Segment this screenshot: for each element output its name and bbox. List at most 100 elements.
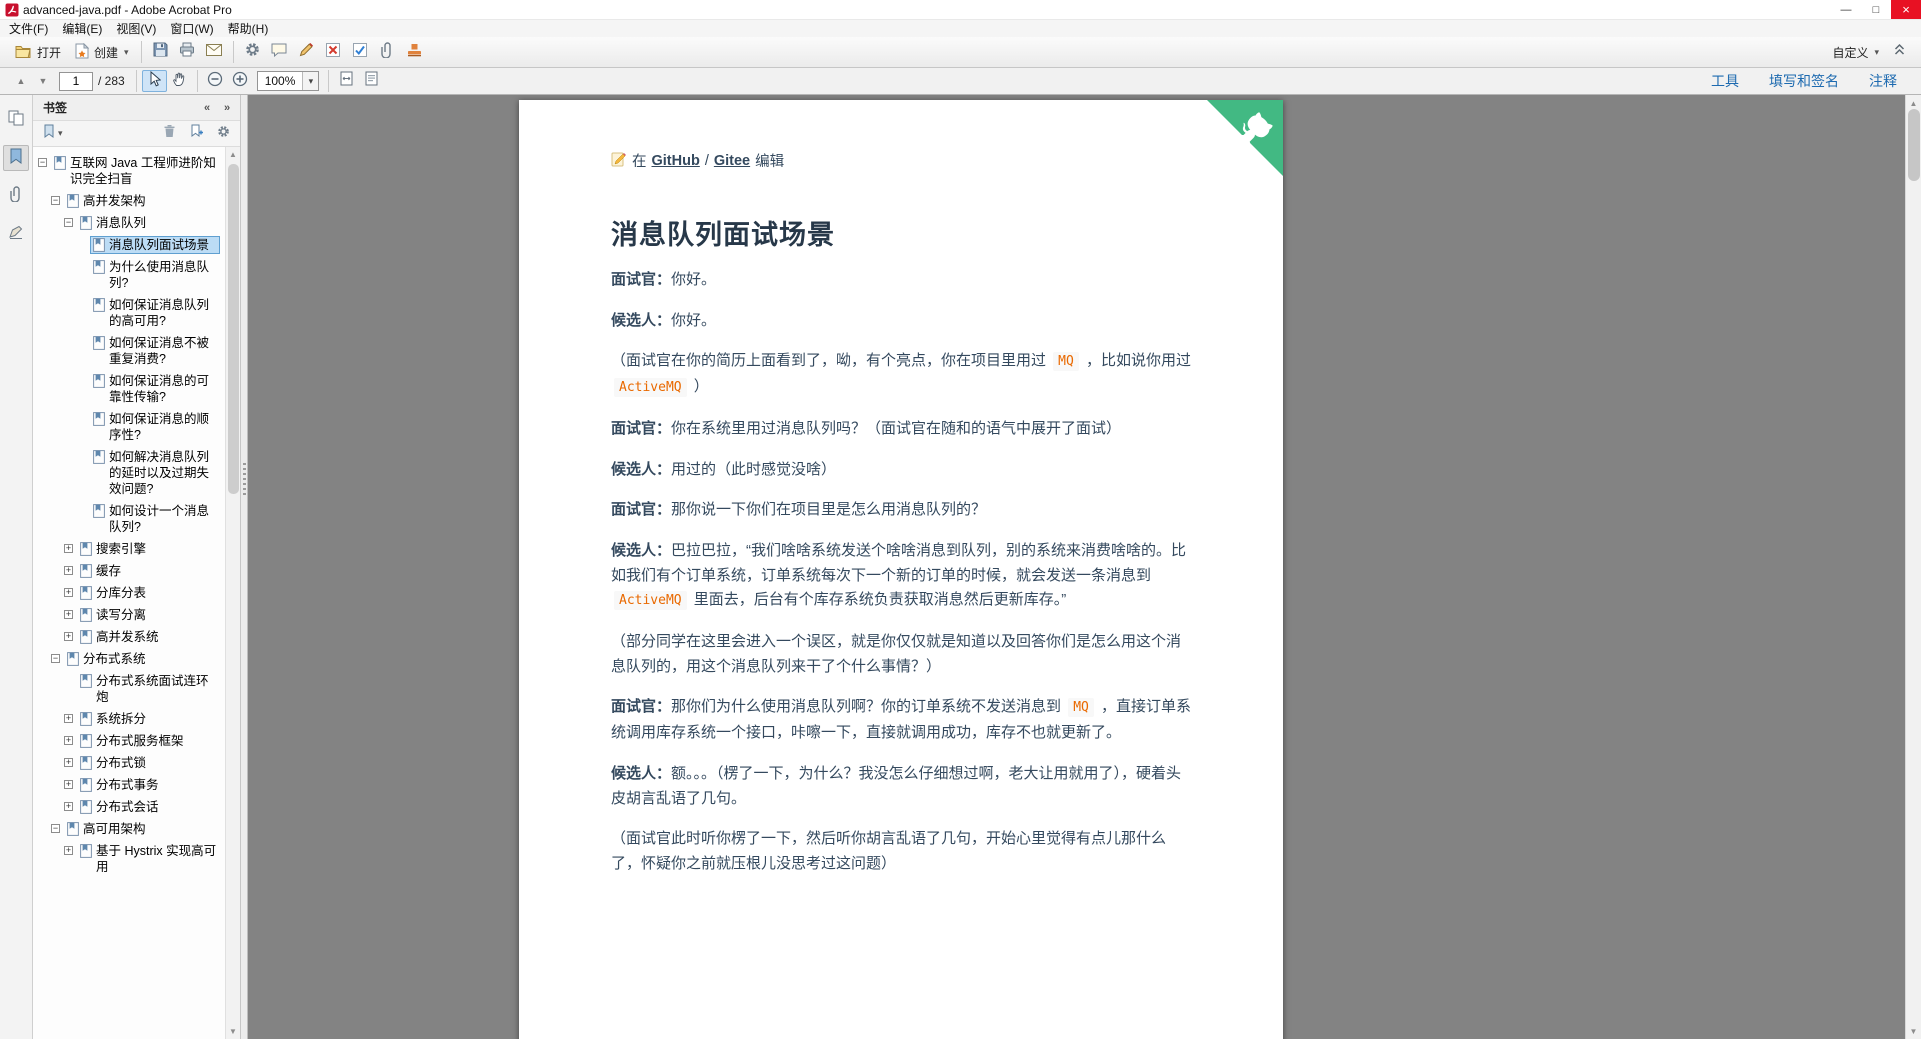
expand-plus-icon[interactable]: + bbox=[64, 714, 73, 723]
expand-plus-icon[interactable]: + bbox=[64, 736, 73, 745]
open-button[interactable]: 打开 bbox=[8, 41, 68, 64]
expand-plus-icon[interactable]: + bbox=[64, 588, 73, 597]
bookmark-link[interactable]: 消息队列 bbox=[77, 214, 220, 232]
bookmarks-scrollbar[interactable]: ▲ ▼ bbox=[225, 147, 240, 1039]
bookmark-link[interactable]: 分布式会话 bbox=[77, 798, 220, 816]
bookmark-link[interactable]: 如何设计一个消息队列? bbox=[90, 502, 220, 536]
expand-plus-icon[interactable]: + bbox=[64, 544, 73, 553]
panel-splitter[interactable] bbox=[241, 95, 248, 1039]
attachments-panel-button[interactable] bbox=[3, 183, 29, 209]
collapse-minus-icon[interactable]: − bbox=[51, 654, 60, 663]
zoom-out-button[interactable] bbox=[203, 70, 228, 92]
bookmark-link[interactable]: 如何保证消息的可靠性传输? bbox=[90, 372, 220, 406]
menu-help[interactable]: 帮助(H) bbox=[221, 20, 276, 37]
signatures-panel-button[interactable] bbox=[3, 221, 29, 247]
bookmark-link[interactable]: 分布式系统 bbox=[64, 650, 220, 668]
collapse-minus-icon[interactable]: − bbox=[64, 218, 73, 227]
approve-check-button[interactable] bbox=[347, 40, 374, 64]
create-button[interactable]: 创建 ▾ bbox=[68, 40, 136, 65]
collapse-minus-icon[interactable]: − bbox=[51, 196, 60, 205]
scroll-up-icon[interactable]: ▲ bbox=[226, 147, 240, 162]
page-number-input[interactable] bbox=[59, 71, 93, 91]
markup-cross-button[interactable] bbox=[320, 40, 347, 64]
expand-panel-button[interactable]: » bbox=[218, 99, 236, 117]
expand-plus-icon[interactable]: + bbox=[64, 566, 73, 575]
bookmark-link[interactable]: 高可用架构 bbox=[64, 820, 220, 838]
stamp-button[interactable] bbox=[401, 40, 428, 64]
expand-plus-icon[interactable]: + bbox=[64, 780, 73, 789]
menu-window[interactable]: 窗口(W) bbox=[163, 20, 220, 37]
expand-plus-icon[interactable]: + bbox=[64, 610, 73, 619]
bookmark-link[interactable]: 缓存 bbox=[77, 562, 220, 580]
settings-button[interactable] bbox=[239, 40, 266, 64]
bookmark-link[interactable]: 如何保证消息的顺序性? bbox=[90, 410, 220, 444]
expand-plus-icon[interactable]: + bbox=[64, 802, 73, 811]
select-tool-button[interactable] bbox=[141, 70, 167, 92]
comment-pane-button[interactable]: 注释 bbox=[1869, 71, 1897, 91]
new-bookmark-button[interactable] bbox=[187, 122, 206, 145]
expand-plus-icon[interactable]: + bbox=[64, 758, 73, 767]
print-button[interactable] bbox=[174, 40, 201, 64]
github-link[interactable]: GitHub bbox=[652, 153, 700, 169]
menu-edit[interactable]: 编辑(E) bbox=[55, 20, 109, 37]
bookmark-link[interactable]: 消息队列面试场景 bbox=[90, 236, 220, 254]
bookmark-link[interactable]: 分布式锁 bbox=[77, 754, 220, 772]
bookmark-link[interactable]: 系统拆分 bbox=[77, 710, 220, 728]
fit-width-button[interactable] bbox=[359, 70, 384, 92]
menu-file[interactable]: 文件(F) bbox=[2, 20, 55, 37]
bookmark-link[interactable]: 如何保证消息队列的高可用? bbox=[90, 296, 220, 330]
expand-plus-icon[interactable]: + bbox=[64, 632, 73, 641]
bookmark-link[interactable]: 基于 Hystrix 实现高可用 bbox=[77, 842, 220, 876]
comment-button[interactable] bbox=[266, 40, 293, 64]
bookmark-link[interactable]: 为什么使用消息队列? bbox=[90, 258, 220, 292]
gitee-link[interactable]: Gitee bbox=[714, 153, 750, 169]
bookmark-link[interactable]: 如何解决消息队列的延时以及过期失效问题? bbox=[90, 448, 220, 498]
next-page-button[interactable]: ▼ bbox=[32, 71, 54, 91]
fit-page-button[interactable] bbox=[334, 70, 359, 92]
bookmark-options-button[interactable]: ▾ bbox=[40, 122, 66, 145]
zoom-in-button[interactable] bbox=[228, 70, 253, 92]
maximize-button[interactable]: □ bbox=[1861, 0, 1891, 19]
collapse-panel-button[interactable]: « bbox=[198, 99, 216, 117]
menu-view[interactable]: 视图(V) bbox=[109, 20, 163, 37]
expand-plus-icon[interactable]: + bbox=[64, 846, 73, 855]
hand-tool-button[interactable] bbox=[167, 70, 192, 92]
bookmark-link[interactable]: 读写分离 bbox=[77, 606, 220, 624]
scroll-down-icon[interactable]: ▼ bbox=[1906, 1023, 1921, 1039]
customize-button[interactable]: 自定义 ▾ bbox=[1825, 41, 1886, 64]
page-thumbnails-button[interactable] bbox=[3, 107, 29, 133]
email-button[interactable] bbox=[201, 40, 228, 64]
delete-bookmark-button[interactable] bbox=[160, 122, 179, 145]
bookmark-link[interactable]: 高并发系统 bbox=[77, 628, 220, 646]
scroll-down-icon[interactable]: ▼ bbox=[226, 1024, 240, 1039]
bookmarks-scroll-thumb[interactable] bbox=[228, 164, 239, 494]
bookmark-link[interactable]: 互联网 Java 工程师进阶知识完全扫盲 bbox=[51, 154, 220, 188]
bookmark-link[interactable]: 分布式事务 bbox=[77, 776, 220, 794]
tools-pane-button[interactable]: 工具 bbox=[1711, 71, 1739, 91]
bookmark-link[interactable]: 搜索引擎 bbox=[77, 540, 220, 558]
minimize-button[interactable]: — bbox=[1831, 0, 1861, 19]
bookmark-link[interactable]: 分库分表 bbox=[77, 584, 220, 602]
bookmark-page-icon bbox=[80, 608, 92, 622]
toggle-toolbar-button[interactable] bbox=[1886, 40, 1913, 64]
document-scroll-thumb[interactable] bbox=[1908, 109, 1920, 181]
bookmark-settings-button[interactable] bbox=[214, 123, 233, 145]
github-corner-ribbon[interactable] bbox=[1207, 100, 1283, 176]
attach-button[interactable] bbox=[374, 40, 401, 64]
bookmarks-panel-button[interactable] bbox=[3, 145, 29, 171]
caret-down-icon[interactable]: ▾ bbox=[302, 72, 319, 90]
zoom-level-dropdown[interactable]: 100% ▾ bbox=[256, 71, 320, 91]
close-button[interactable]: × bbox=[1891, 0, 1921, 19]
splitter-grip[interactable] bbox=[243, 463, 246, 497]
bookmark-link[interactable]: 如何保证消息不被重复消费? bbox=[90, 334, 220, 368]
previous-page-button[interactable]: ▲ bbox=[10, 71, 32, 91]
fill-sign-pane-button[interactable]: 填写和签名 bbox=[1769, 71, 1839, 91]
collapse-minus-icon[interactable]: − bbox=[38, 158, 47, 167]
sign-button[interactable] bbox=[293, 40, 320, 64]
bookmark-link[interactable]: 高并发架构 bbox=[64, 192, 220, 210]
save-button[interactable] bbox=[147, 40, 174, 64]
document-scrollbar[interactable]: ▲ ▼ bbox=[1905, 95, 1921, 1039]
bookmark-link[interactable]: 分布式服务框架 bbox=[77, 732, 220, 750]
collapse-minus-icon[interactable]: − bbox=[51, 824, 60, 833]
bookmark-link[interactable]: 分布式系统面试连环炮 bbox=[77, 672, 220, 706]
